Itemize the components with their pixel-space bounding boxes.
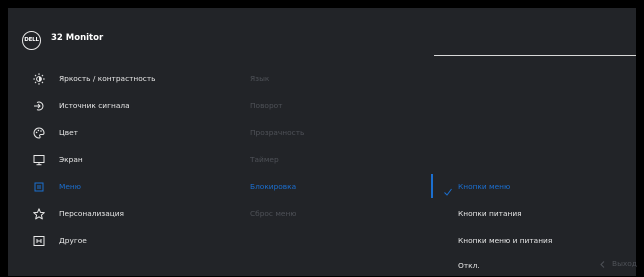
menu-icon	[32, 180, 46, 194]
submenu-item-label: Прозрачность	[250, 128, 305, 137]
submenu-item-rotation[interactable]: Поворот	[250, 97, 400, 117]
menu-item-label: Цвет	[59, 128, 78, 137]
monitor-title: 32 Monitor	[51, 33, 104, 43]
menu-item-label: Яркость / контрастность	[59, 74, 156, 83]
option-label: Откл.	[458, 261, 480, 270]
display-icon	[32, 153, 46, 167]
submenu-item-lock[interactable]: Блокировка	[250, 178, 400, 198]
option-label: Кнопки меню и питания	[458, 236, 553, 245]
menu-item-color[interactable]: Цвет	[8, 124, 238, 144]
menu-item-label: Другое	[59, 236, 87, 245]
menu-item-display[interactable]: Экран	[8, 151, 238, 171]
checkmark-icon	[443, 182, 453, 196]
submenu-item-label: Язык	[250, 74, 270, 83]
submenu-item-label: Поворот	[250, 101, 283, 110]
palette-icon	[32, 126, 46, 140]
selection-indicator	[431, 174, 433, 198]
submenu-item-label: Сброс меню	[250, 209, 297, 218]
exit-button[interactable]: Выход	[612, 259, 637, 268]
star-icon	[32, 207, 46, 221]
option-power-button[interactable]: Кнопки питания	[434, 205, 636, 225]
menu-item-label: Персонализация	[59, 209, 125, 218]
dell-logo: DELL	[22, 31, 41, 50]
option-menu-buttons[interactable]: Кнопки меню	[434, 178, 636, 198]
menu-item-input-source[interactable]: Источник сигнала	[8, 97, 238, 117]
menu-item-other[interactable]: Другое	[8, 232, 238, 252]
option-menu-and-power-buttons[interactable]: Кнопки меню и питания	[434, 232, 636, 252]
osd-panel: DELL 32 Monitor Яркость / контрастность …	[8, 8, 637, 276]
submenu-item-transparency[interactable]: Прозрачность	[250, 124, 400, 144]
submenu-item-language[interactable]: Язык	[250, 70, 400, 90]
option-label: Кнопки меню	[458, 182, 511, 191]
menu-item-label: Экран	[59, 155, 83, 164]
submenu-item-label: Таймер	[250, 155, 279, 164]
submenu-item-label: Блокировка	[250, 182, 297, 191]
submenu-item-reset-menu[interactable]: Сброс меню	[250, 205, 400, 225]
input-source-icon	[32, 99, 46, 113]
menu-item-label: Меню	[59, 182, 81, 191]
menu-item-brightness-contrast[interactable]: Яркость / контрастность	[8, 70, 238, 90]
brightness-icon	[32, 72, 46, 86]
osd-header: DELL 32 Monitor	[8, 8, 636, 60]
submenu-item-timer[interactable]: Таймер	[250, 151, 400, 171]
chevron-left-icon	[600, 261, 605, 268]
menu-item-menu[interactable]: Меню	[8, 178, 238, 198]
menu-item-personalize[interactable]: Персонализация	[8, 205, 238, 225]
other-icon	[32, 234, 46, 248]
header-divider	[434, 55, 636, 56]
option-label: Кнопки питания	[458, 209, 522, 218]
menu-item-label: Источник сигнала	[59, 101, 130, 110]
